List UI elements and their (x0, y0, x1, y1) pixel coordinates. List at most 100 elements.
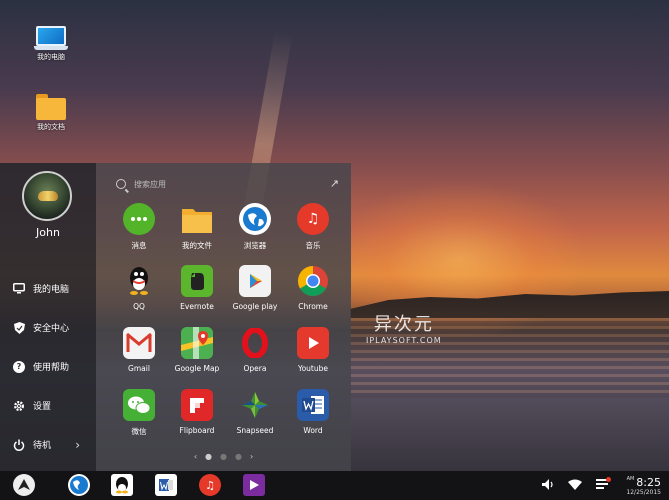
page-dot[interactable]: ● (205, 452, 212, 461)
search-placeholder: 搜索应用 (134, 179, 166, 189)
taskbar: ♫ AM 8:25 12/25/2015 (0, 471, 669, 500)
app-browser[interactable]: 浏览器 (226, 203, 284, 265)
app-name: Word (303, 426, 323, 435)
menu-item-settings[interactable]: 设置 (0, 386, 96, 425)
app-google-map[interactable]: Google Map (168, 327, 226, 389)
prev-page-icon[interactable]: ‹ (194, 452, 197, 461)
clock-ampm: AM (626, 475, 635, 482)
gmail-icon (123, 327, 155, 359)
monitor-icon (12, 282, 26, 296)
system-tray: AM 8:25 12/25/2015 (542, 471, 661, 500)
next-page-icon[interactable]: › (250, 452, 253, 461)
app-name: Gmail (128, 364, 150, 373)
clock[interactable]: AM 8:25 12/25/2015 (626, 476, 661, 496)
app-name: Google play (232, 302, 278, 311)
app-search[interactable]: 搜索应用 ↗ (116, 175, 343, 193)
user-name: John (36, 226, 60, 239)
watermark: 异次元 IPLAYSOFT.COM (366, 310, 442, 345)
qq-icon (123, 265, 155, 297)
taskbar-browser-icon[interactable] (68, 474, 90, 496)
notifications-icon[interactable] (596, 477, 612, 492)
menu-item-help[interactable]: ? 使用帮助 (0, 347, 96, 386)
app-chrome[interactable]: Chrome (284, 265, 342, 327)
app-name: Chrome (298, 302, 328, 311)
page-dot[interactable]: ● (235, 452, 242, 461)
menu-item-my-computer[interactable]: 我的电脑 (0, 269, 96, 308)
app-word[interactable]: Word (284, 389, 342, 451)
help-icon: ? (12, 360, 26, 374)
avatar[interactable] (22, 171, 72, 221)
clock-time: 8:25 (636, 475, 661, 489)
files-icon (181, 203, 213, 235)
app-name: Youtube (298, 364, 328, 373)
wechat-icon (123, 389, 155, 421)
app-name: Snapseed (236, 426, 274, 435)
app-qq[interactable]: QQ (110, 265, 168, 327)
evernote-icon (181, 265, 213, 297)
app-snapseed[interactable]: Snapseed (226, 389, 284, 451)
taskbar-qq-icon[interactable] (111, 474, 133, 496)
chevron-right-icon[interactable]: › (75, 438, 80, 452)
app-gmail[interactable]: Gmail (110, 327, 168, 389)
app-messages[interactable]: 消息 (110, 203, 168, 265)
desktop-icon-label: 我的电脑 (37, 53, 65, 61)
app-name: 浏览器 (243, 241, 267, 250)
power-icon (12, 438, 26, 452)
snapseed-icon (239, 389, 271, 421)
menu-item-security[interactable]: 安全中心 (0, 308, 96, 347)
app-my-files[interactable]: 我的文件 (168, 203, 226, 265)
clock-date: 12/25/2015 (626, 488, 661, 496)
taskbar-word-icon[interactable] (155, 474, 177, 496)
app-name: Opera (243, 364, 267, 373)
notification-badge (606, 477, 612, 482)
taskbar-music-icon[interactable]: ♫ (199, 474, 221, 496)
app-google-play[interactable]: Google play (226, 265, 284, 327)
desktop-icon-my-computer[interactable]: 我的电脑 (16, 26, 86, 62)
google-play-icon (239, 265, 271, 297)
youtube-icon (297, 327, 329, 359)
app-drawer: 搜索应用 ↗ 消息 我的文件 浏览器 ♫ 音乐 QQ Evernote Goog… (96, 163, 351, 471)
start-sidebar: John 我的电脑 安全中心 ? 使用帮助 设置 待机 › (0, 163, 96, 471)
start-icon[interactable] (13, 474, 35, 496)
menu-item-label: 安全中心 (33, 324, 70, 334)
menu-item-label: 我的电脑 (33, 285, 70, 295)
app-name: QQ (133, 302, 145, 311)
word-icon (297, 389, 329, 421)
app-name: 我的文件 (182, 241, 212, 250)
opera-icon (239, 327, 271, 359)
gear-icon (12, 399, 26, 413)
desktop-icon-label: 我的文档 (37, 123, 65, 131)
app-music[interactable]: ♫ 音乐 (284, 203, 342, 265)
app-wechat[interactable]: 微信 (110, 389, 168, 451)
messages-icon (123, 203, 155, 235)
app-name: 音乐 (305, 241, 321, 250)
laptop-icon (34, 26, 68, 50)
menu-item-label: 待机 (33, 441, 52, 451)
folder-icon (36, 94, 66, 120)
page-indicator: ‹ ● ● ● › (96, 452, 351, 461)
menu-item-label: 使用帮助 (33, 363, 70, 373)
page-dot[interactable]: ● (220, 452, 227, 461)
app-name: Google Map (174, 364, 220, 373)
browser-icon (239, 203, 271, 235)
menu-item-label: 设置 (33, 402, 52, 412)
app-evernote[interactable]: Evernote (168, 265, 226, 327)
app-name: 消息 (131, 241, 147, 250)
menu-item-standby[interactable]: 待机 › (0, 425, 96, 464)
volume-icon[interactable] (542, 478, 554, 493)
chrome-icon (297, 265, 329, 297)
app-opera[interactable]: Opera (226, 327, 284, 389)
wifi-icon[interactable] (568, 479, 583, 493)
app-youtube[interactable]: Youtube (284, 327, 342, 389)
app-grid: 消息 我的文件 浏览器 ♫ 音乐 QQ Evernote Google play… (110, 203, 342, 451)
shield-icon (12, 321, 26, 335)
start-menu: John 我的电脑 安全中心 ? 使用帮助 设置 待机 › 搜索应用 ↗ 消息 … (0, 163, 351, 471)
app-flipboard[interactable]: Flipboard (168, 389, 226, 451)
taskbar-video-icon[interactable] (243, 474, 265, 496)
expand-icon[interactable]: ↗ (330, 177, 339, 190)
app-name: Evernote (180, 302, 214, 311)
watermark-en: IPLAYSOFT.COM (366, 336, 442, 345)
search-icon (116, 179, 126, 189)
desktop-icon-my-documents[interactable]: 我的文档 (16, 94, 86, 132)
app-name: Flipboard (179, 426, 215, 435)
